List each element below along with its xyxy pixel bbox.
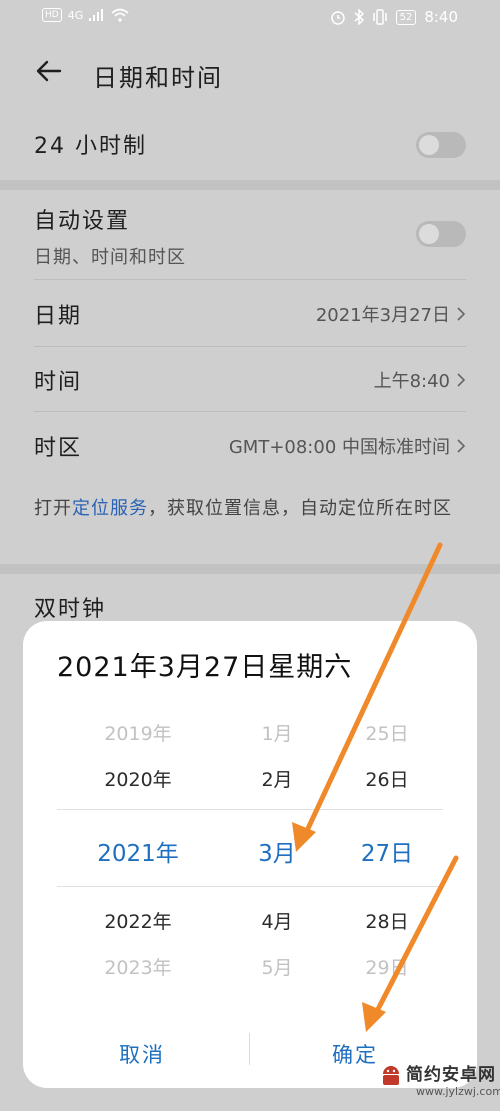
button-separator (249, 1033, 250, 1065)
location-note: 打开定位服务，获取位置信息，自动定位所在时区 (34, 494, 464, 524)
android-robot-icon (383, 1066, 399, 1085)
setting-label-auto: 自动设置 (34, 209, 131, 234)
bluetooth-icon (354, 9, 364, 25)
row-divider (34, 346, 466, 347)
setting-value-timezone-wrap: GMT+08:00 中国标准时间 (229, 433, 466, 459)
month-item[interactable]: 2月 (237, 765, 317, 792)
year-item-selected[interactable]: 2021年 (83, 834, 193, 868)
setting-value-time-wrap: 上午8:40 (374, 367, 466, 393)
day-item[interactable]: 26日 (345, 765, 429, 792)
setting-row-time[interactable]: 时间 上午8:40 (34, 364, 466, 400)
signal-icon (89, 9, 104, 21)
month-wheel[interactable]: 1月 2月 3月 4月 5月 (237, 709, 317, 989)
alarm-icon (330, 11, 345, 25)
hd-badge: HD (42, 8, 62, 22)
watermark-url: www.jylzwj.com (416, 1085, 500, 1098)
row-divider (34, 279, 466, 280)
month-item[interactable]: 5月 (237, 953, 317, 980)
row-divider (34, 411, 466, 412)
setting-row-date[interactable]: 日期 2021年3月27日 (34, 298, 466, 334)
setting-sublabel-auto: 日期、时间和时区 (34, 247, 186, 268)
year-wheel[interactable]: 2019年 2020年 2021年 2022年 2023年 (83, 709, 193, 989)
section-divider (0, 564, 500, 574)
status-time: 8:40 (424, 8, 458, 26)
status-left: HD 4G (42, 8, 129, 22)
setting-value-date: 2021年3月27日 (315, 305, 450, 326)
battery-indicator: 52 (395, 9, 417, 25)
day-item-selected[interactable]: 27日 (345, 834, 429, 868)
app-header: 日期和时间 (0, 42, 500, 106)
vibrate-icon (372, 9, 387, 25)
back-arrow-icon[interactable] (34, 56, 64, 86)
cancel-button[interactable]: 取消 (119, 1039, 165, 1069)
setting-row-timezone[interactable]: 时区 GMT+08:00 中国标准时间 (34, 430, 466, 466)
note-suffix: ，获取位置信息，自动定位所在时区 (148, 498, 452, 519)
page-title: 日期和时间 (93, 64, 223, 92)
setting-value-time: 上午8:40 (373, 371, 450, 392)
setting-value-timezone: GMT+08:00 中国标准时间 (228, 437, 450, 458)
setting-value-date-wrap: 2021年3月27日 (316, 301, 466, 327)
month-item-selected[interactable]: 3月 (237, 834, 317, 868)
network-4g-label: 4G (67, 8, 84, 22)
month-item[interactable]: 1月 (237, 719, 317, 746)
watermark-text: 简约安卓网 (406, 1065, 496, 1085)
location-service-link[interactable]: 定位服务 (72, 498, 148, 519)
year-item[interactable]: 2020年 (83, 765, 193, 792)
year-item[interactable]: 2022年 (83, 907, 193, 934)
dialog-title: 2021年3月27日星期六 (57, 652, 353, 683)
date-picker-dialog: 2021年3月27日星期六 2019年 2020年 2021年 2022年 20… (23, 621, 477, 1088)
setting-row-auto[interactable]: 自动设置 日期、时间和时区 (34, 203, 466, 268)
toggle-auto[interactable] (416, 221, 466, 247)
status-bar: HD 4G 52 8:40 (0, 0, 500, 36)
year-item[interactable]: 2023年 (83, 953, 193, 980)
dual-clock-label[interactable]: 双时钟 (34, 591, 106, 623)
note-prefix: 打开 (34, 498, 72, 519)
confirm-button[interactable]: 确定 (332, 1039, 378, 1069)
chevron-right-icon (457, 439, 466, 453)
month-item[interactable]: 4月 (237, 907, 317, 934)
chevron-right-icon (457, 373, 466, 387)
wifi-icon (111, 8, 129, 22)
setting-label-24h: 24 小时制 (34, 134, 147, 159)
day-item[interactable]: 28日 (345, 907, 429, 934)
day-item[interactable]: 25日 (345, 719, 429, 746)
status-right: 52 8:40 (330, 8, 458, 26)
section-divider (0, 180, 500, 190)
year-item[interactable]: 2019年 (83, 719, 193, 746)
chevron-right-icon (457, 307, 466, 321)
setting-row-24h[interactable]: 24 小时制 (34, 128, 466, 164)
day-item[interactable]: 29日 (345, 953, 429, 980)
toggle-24h[interactable] (416, 132, 466, 158)
watermark: 简约安卓网 www.jylzwj.com (376, 1054, 500, 1111)
day-wheel[interactable]: 25日 26日 27日 28日 29日 (345, 709, 429, 989)
